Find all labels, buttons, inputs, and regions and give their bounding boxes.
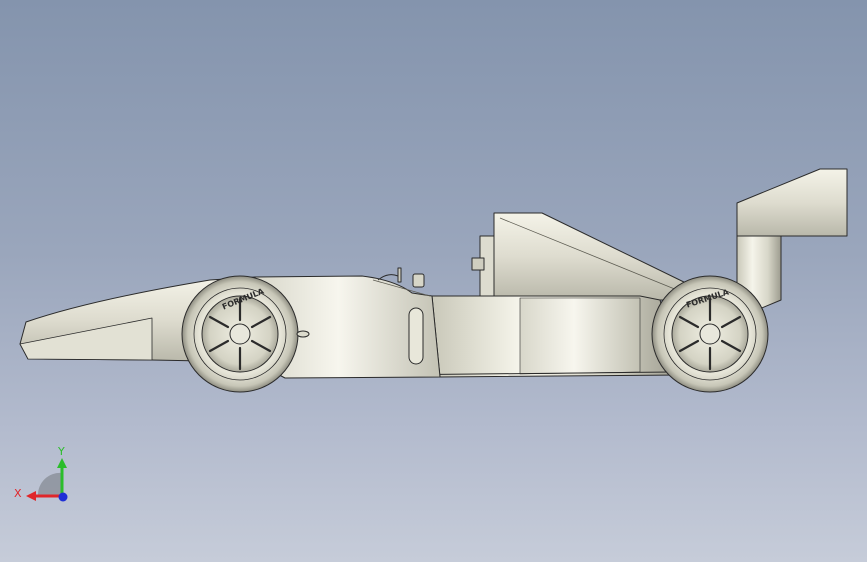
roll-hoop <box>397 267 402 283</box>
rear-hub <box>699 323 721 345</box>
mirror <box>412 273 425 288</box>
y-axis-head <box>57 458 67 468</box>
cad-viewport[interactable]: FORMULA FORMULA Y X <box>0 0 867 562</box>
orientation-triad[interactable]: Y X <box>14 445 68 502</box>
y-axis-label: Y <box>57 445 65 458</box>
engine-cover <box>493 212 691 301</box>
x-axis-label: X <box>14 487 22 500</box>
rear-sidepod-highlight <box>519 297 641 375</box>
x-axis-head <box>26 491 36 501</box>
triad-plane <box>37 472 62 496</box>
front-axle-nut <box>296 330 310 338</box>
front-hub <box>229 323 251 345</box>
formula-car[interactable]: FORMULA FORMULA <box>19 168 848 393</box>
airbox-slot <box>471 257 485 271</box>
z-axis-dot <box>58 492 68 502</box>
rear-wing <box>736 168 848 237</box>
car-model-canvas[interactable]: FORMULA FORMULA Y X <box>0 0 867 562</box>
side-intake <box>408 307 424 365</box>
rear-wheel[interactable]: FORMULA <box>651 275 769 393</box>
